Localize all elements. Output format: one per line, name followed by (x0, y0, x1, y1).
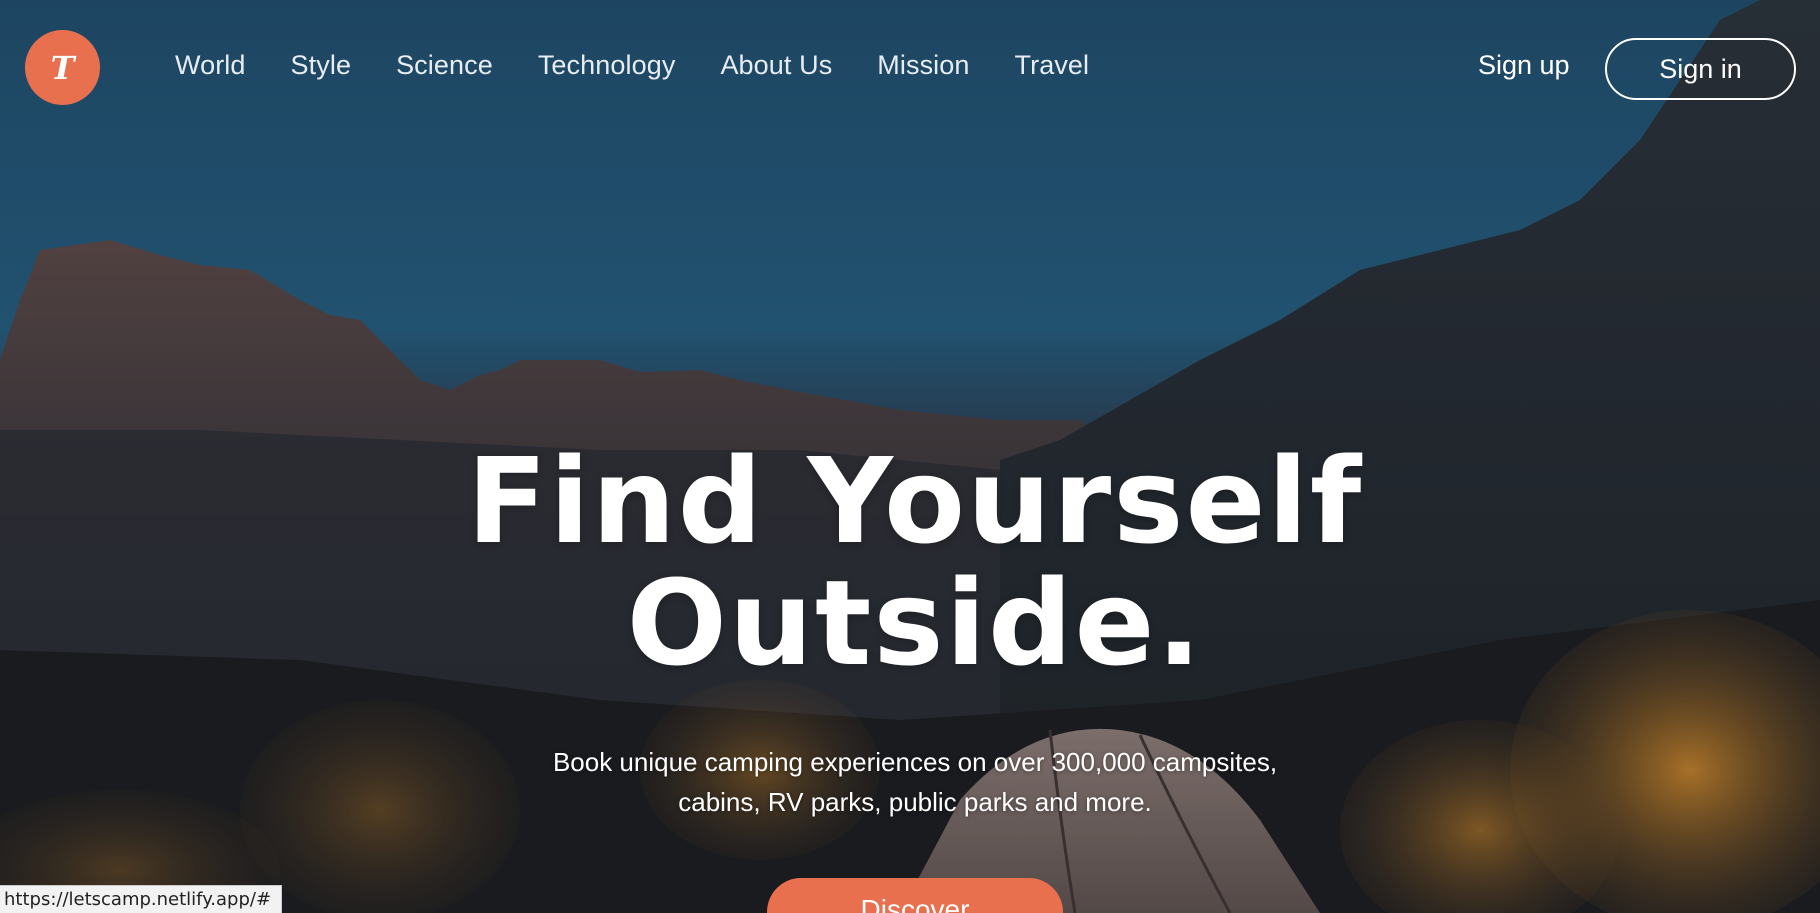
hero-headline-line-1: Find Yourself (466, 432, 1364, 570)
hero-headline-line-2: Outside. (626, 554, 1204, 692)
hero-subtitle-line-1: Book unique camping experiences on over … (552, 747, 1278, 777)
logo-button[interactable]: T (25, 30, 100, 105)
nav-item-about-us[interactable]: About Us (720, 50, 832, 81)
hero-headline: Find Yourself Outside. (0, 440, 1820, 684)
discover-button[interactable]: Discover (767, 878, 1063, 913)
logo-icon: T (50, 48, 75, 87)
nav-item-travel[interactable]: Travel (1015, 50, 1090, 81)
nav-item-technology[interactable]: Technology (538, 50, 676, 81)
nav-item-mission[interactable]: Mission (877, 50, 969, 81)
sign-in-button[interactable]: Sign in (1605, 38, 1796, 100)
hero-section: T World Style Science Technology About U… (0, 0, 1820, 913)
status-bar-url: https://letscamp.netlify.app/# (0, 885, 283, 913)
sign-up-link[interactable]: Sign up (1478, 50, 1570, 81)
hero-subtitle: Book unique camping experiences on over … (530, 742, 1300, 822)
nav-item-science[interactable]: Science (396, 50, 493, 81)
main-nav: World Style Science Technology About Us … (175, 50, 1134, 81)
nav-item-world[interactable]: World (175, 50, 246, 81)
hero-subtitle-line-2: cabins, RV parks, public parks and more. (678, 787, 1152, 817)
site-header: T World Style Science Technology About U… (0, 0, 1820, 135)
nav-item-style[interactable]: Style (291, 50, 352, 81)
